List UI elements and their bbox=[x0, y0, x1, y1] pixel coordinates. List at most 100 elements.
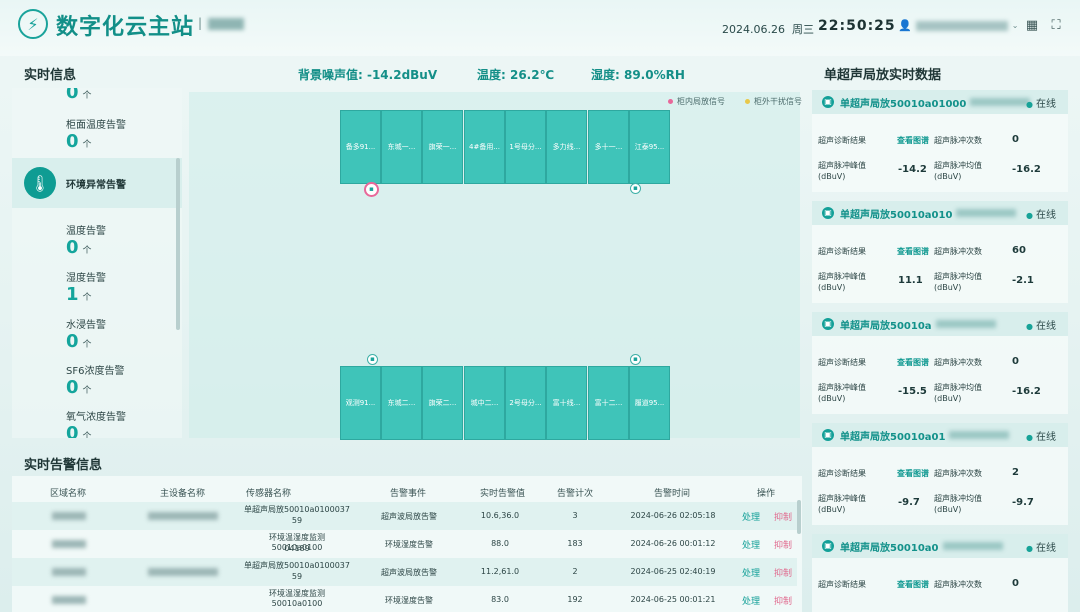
card-device-name: 单超声局放50010a bbox=[840, 320, 932, 332]
env-alarm-group[interactable]: 🌡 环境异常告警 bbox=[12, 158, 182, 208]
cabinet-cell[interactable]: 多十一... bbox=[588, 110, 629, 184]
pulse-count-value: 2 bbox=[1012, 467, 1019, 478]
pulse-avg-label: 超声脉冲均值 (dBuV) bbox=[934, 161, 982, 181]
cabinet-cell[interactable]: 多力线... bbox=[546, 110, 587, 184]
alarm-value: 83.0 bbox=[491, 595, 509, 604]
fullscreen-icon[interactable]: ⛶ bbox=[1049, 19, 1063, 33]
view-spectrum-link[interactable]: 查看图谱 bbox=[897, 579, 929, 590]
cabinet-cell[interactable]: 旗荣一... bbox=[422, 110, 463, 184]
humidity-reading: 湿度: 89.0%RH bbox=[591, 68, 685, 82]
status-badge: 在线 bbox=[1026, 428, 1056, 443]
cabinet-cell[interactable]: 东城一... bbox=[381, 110, 422, 184]
cabinet-cell[interactable]: 1号母分... bbox=[505, 110, 546, 184]
diag-label: 超声诊断结果 bbox=[818, 136, 866, 145]
table-header-cell: 告警计次 bbox=[557, 489, 594, 499]
cabinet-cell[interactable]: 城中二... bbox=[464, 366, 505, 440]
handle-button[interactable]: 处理 bbox=[742, 538, 760, 551]
cabinet-cell[interactable]: 履道95... bbox=[629, 366, 670, 440]
alarm-event: 环境湿度告警 bbox=[385, 596, 433, 605]
water-alarm-value: 0 bbox=[66, 331, 79, 352]
lightning-icon: ⚡ bbox=[18, 9, 48, 39]
sensor-name: 04189 bbox=[284, 544, 310, 553]
card-header[interactable]: ▣ 单超声局放50010a 在线 bbox=[812, 312, 1068, 336]
grid-icon[interactable]: ▦ bbox=[1025, 19, 1039, 33]
pulse-count-value: 60 bbox=[1012, 245, 1026, 256]
suppress-button[interactable]: 抑制 bbox=[774, 566, 792, 579]
view-spectrum-link[interactable]: 查看图谱 bbox=[897, 357, 929, 368]
table-header-cell: 告警事件 bbox=[390, 489, 427, 499]
sensor-icon[interactable]: ▪ bbox=[630, 354, 641, 365]
table-header-cell: 主设备名称 bbox=[160, 489, 206, 499]
sensor-icon[interactable]: ▪ bbox=[367, 354, 378, 365]
alarm-count: 3 bbox=[572, 511, 578, 520]
pulse-peak-value: -9.7 bbox=[898, 497, 920, 508]
redacted-text bbox=[949, 431, 1010, 439]
sensor-name: 59 bbox=[291, 516, 303, 525]
pulse-avg-label: 超声脉冲均值 (dBuV) bbox=[934, 272, 982, 292]
handle-button[interactable]: 处理 bbox=[742, 566, 760, 579]
cabinet-cell[interactable]: 旗荣二... bbox=[422, 366, 463, 440]
ultrasonic-card: ▣ 单超声局放50010a01 在线超声诊断结果 查看图谱超声脉冲次数 2 超声脉冲峰值 … bbox=[812, 423, 1068, 525]
ultrasonic-card: ▣ 单超声局放50010a 在线超声诊断结果 查看图谱超声脉冲次数 0 超声脉冲峰值 (d… bbox=[812, 312, 1068, 414]
diag-label: 超声诊断结果 bbox=[818, 358, 866, 367]
pulse-count-value: 0 bbox=[1012, 356, 1019, 367]
pulse-avg-value: -16.2 bbox=[1012, 386, 1041, 397]
device-icon: ▣ bbox=[822, 207, 834, 219]
realtime-info-title: 实时信息 bbox=[24, 68, 77, 83]
thermometer-icon: 🌡 bbox=[24, 167, 56, 199]
cabinet-cell[interactable]: 富十线... bbox=[546, 366, 587, 440]
table-scrollbar[interactable] bbox=[797, 500, 801, 534]
chevron-down-icon: ⌄ bbox=[1011, 21, 1019, 30]
station-selector[interactable]: | bbox=[198, 16, 245, 30]
cabinet-cell[interactable]: 4#备用... bbox=[464, 110, 505, 184]
redacted-text bbox=[956, 209, 1017, 217]
cabinet-cell[interactable]: 观测91... bbox=[340, 366, 381, 440]
alarm-count: 183 bbox=[567, 539, 583, 548]
handle-button[interactable]: 处理 bbox=[742, 594, 760, 607]
redacted-text bbox=[52, 596, 86, 604]
user-menu[interactable]: 👤 ⌄ bbox=[898, 19, 1018, 32]
pulse-peak-value: -14.2 bbox=[898, 164, 927, 175]
handle-button[interactable]: 处理 bbox=[742, 510, 760, 523]
sensor-name: 单超声局放50010a0100037 bbox=[244, 505, 350, 514]
table-header-cell: 操作 bbox=[757, 489, 776, 499]
card-header[interactable]: ▣ 单超声局放50010a0 在线 bbox=[812, 534, 1068, 558]
cabinet-cell[interactable]: 富十二... bbox=[588, 366, 629, 440]
pulse-count-value: 0 bbox=[1012, 578, 1019, 589]
cabinet-cell[interactable]: 2号母分... bbox=[505, 366, 546, 440]
suppress-button[interactable]: 抑制 bbox=[774, 594, 792, 607]
cabinet-cell[interactable]: 江泰95... bbox=[629, 110, 670, 184]
pulse-peak-label: 超声脉冲峰值 (dBuV) bbox=[818, 494, 866, 514]
cabinet-cell[interactable]: 东城二... bbox=[381, 366, 422, 440]
view-spectrum-link[interactable]: 查看图谱 bbox=[897, 135, 929, 146]
table-header-cell: 告警时间 bbox=[654, 489, 691, 499]
pulse-count-label: 超声脉冲次数 bbox=[934, 247, 982, 256]
pulse-count-label: 超声脉冲次数 bbox=[934, 469, 982, 478]
sensor-name: 单超声局放50010a0100037 bbox=[244, 561, 350, 570]
diag-label: 超声诊断结果 bbox=[818, 247, 866, 256]
alarm-table-title: 实时告警信息 bbox=[24, 458, 103, 473]
table-header-cell: 区域名称 bbox=[50, 489, 87, 499]
cabinet-cell[interactable]: 备多91... bbox=[340, 110, 381, 184]
sensor-name: 59 bbox=[291, 572, 303, 581]
view-spectrum-link[interactable]: 查看图谱 bbox=[897, 246, 929, 257]
sf6-alarm-value: 0 bbox=[66, 377, 79, 398]
sensor-alert-icon[interactable]: ▪ bbox=[364, 182, 379, 197]
view-spectrum-link[interactable]: 查看图谱 bbox=[897, 468, 929, 479]
redacted-text bbox=[148, 568, 218, 576]
alarm-value: 88.0 bbox=[491, 539, 509, 548]
pulse-peak-label: 超声脉冲峰值 (dBuV) bbox=[818, 272, 866, 292]
card-header[interactable]: ▣ 单超声局放50010a01000 在线 bbox=[812, 90, 1068, 114]
pulse-count-label: 超声脉冲次数 bbox=[934, 580, 982, 589]
suppress-button[interactable]: 抑制 bbox=[774, 538, 792, 551]
stat-value: 0 bbox=[66, 88, 79, 103]
ultrasonic-card: ▣ 单超声局放50010a010 在线超声诊断结果 查看图谱超声脉冲次数 60 超声脉冲峰… bbox=[812, 201, 1068, 303]
card-header[interactable]: ▣ 单超声局放50010a010 在线 bbox=[812, 201, 1068, 225]
ultrasonic-panel-title: 单超声局放实时数据 bbox=[824, 68, 942, 83]
sensor-icon[interactable]: ▪ bbox=[630, 183, 641, 194]
ultrasonic-card: ▣ 单超声局放50010a01000 在线超声诊断结果 查看图谱超声脉冲次数 0 超声脉冲… bbox=[812, 90, 1068, 192]
pulse-avg-value: -16.2 bbox=[1012, 164, 1041, 175]
suppress-button[interactable]: 抑制 bbox=[774, 510, 792, 523]
card-header[interactable]: ▣ 单超声局放50010a01 在线 bbox=[812, 423, 1068, 447]
left-scrollbar[interactable] bbox=[176, 158, 180, 330]
